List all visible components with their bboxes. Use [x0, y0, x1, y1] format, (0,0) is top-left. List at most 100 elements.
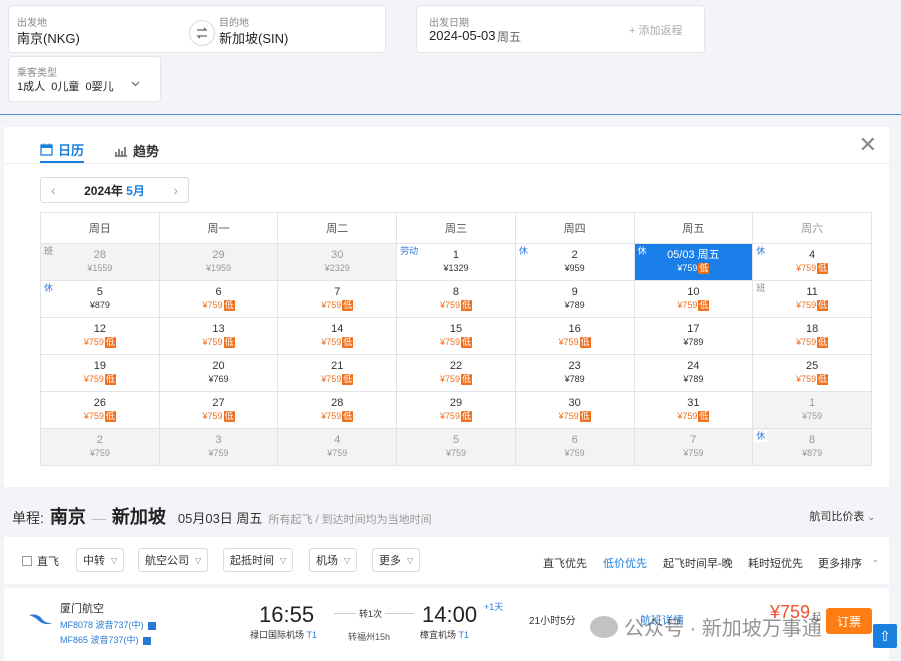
price-value: ¥759: [683, 448, 704, 458]
calendar-day-selected[interactable]: 休 05/03 周五 ¥759 低: [633, 243, 754, 281]
day-price: ¥789: [516, 299, 634, 312]
tab-calendar[interactable]: 日历: [40, 137, 85, 163]
date-input-box[interactable]: 出发日期 2024-05-03 周五 + 添加返程: [416, 5, 705, 53]
calendar-day[interactable]: 30 ¥2329: [277, 243, 398, 281]
calendar-day[interactable]: 23 ¥789: [514, 354, 635, 392]
tab-trend[interactable]: 趋势: [114, 137, 159, 163]
day-number: 11: [806, 286, 818, 298]
sort-shortest-duration[interactable]: 耗时短优先: [748, 555, 803, 571]
calendar-day[interactable]: 30 ¥759 低: [514, 391, 635, 429]
swap-button[interactable]: [189, 20, 215, 46]
calendar-day[interactable]: 22 ¥759 低: [396, 354, 516, 392]
arrival-time: 14:00: [422, 602, 478, 627]
route-to-city: 新加坡: [111, 507, 166, 527]
calendar-day[interactable]: 29 ¥1959: [158, 243, 279, 281]
day-number: 29: [212, 249, 225, 261]
dropdown-airline[interactable]: 航空公司 ▽: [138, 548, 209, 572]
calendar-day[interactable]: 休 2 ¥959: [514, 243, 635, 281]
direct-checkbox[interactable]: 直飞: [22, 553, 59, 569]
calendar-day[interactable]: 1 ¥759: [752, 391, 872, 429]
dropdown-more[interactable]: 更多 ▽: [372, 548, 421, 572]
price-value: ¥789: [683, 374, 704, 384]
calendar-day[interactable]: 劳动 1 ¥1329: [396, 243, 516, 281]
calendar-day[interactable]: 班 28 ¥1559: [40, 243, 160, 281]
calendar-day[interactable]: 17 ¥789: [633, 317, 754, 355]
calendar-day[interactable]: 9 ¥789: [514, 280, 635, 318]
calendar-day[interactable]: 25 ¥759 低: [752, 354, 872, 392]
calendar-day[interactable]: 31 ¥759 低: [633, 391, 754, 429]
to-city-input[interactable]: 新加坡(SIN): [219, 28, 288, 47]
calendar-day[interactable]: 13 ¥759 低: [158, 317, 279, 355]
calendar-day[interactable]: 8 ¥759 低: [396, 280, 516, 318]
dropdown-label: 中转: [83, 555, 105, 567]
calendar-day[interactable]: 休 8 ¥879: [752, 428, 872, 466]
calendar-day[interactable]: 16 ¥759 低: [514, 317, 635, 355]
price-value: ¥759: [439, 300, 460, 310]
dropdown-transfer[interactable]: 中转 ▽: [76, 548, 125, 572]
flight-number-2[interactable]: MF865 波音737(中): [60, 633, 151, 646]
calendar-day[interactable]: 14 ¥759 低: [277, 317, 398, 355]
day-price: ¥2329: [278, 262, 396, 275]
flight-number-1[interactable]: MF8078 波音737(中): [60, 618, 156, 631]
dropdown-time[interactable]: 起抵时间 ▽: [223, 548, 294, 572]
day-price: ¥879: [753, 447, 871, 460]
dropdown-airport[interactable]: 机场 ▽: [309, 548, 358, 572]
calendar-day[interactable]: 12 ¥759 低: [40, 317, 160, 355]
month-label[interactable]: 5月: [126, 184, 145, 198]
calendar-day[interactable]: 28 ¥759 低: [277, 391, 398, 429]
day-price: ¥759 低: [397, 373, 515, 386]
day-number: 19: [93, 360, 106, 372]
low-price-badge: 低: [223, 337, 235, 348]
calendar-day[interactable]: 7 ¥759 低: [277, 280, 398, 318]
low-price-badge: 低: [104, 374, 116, 385]
trip-type: 单程:: [12, 510, 44, 526]
sort-lowest-price[interactable]: 低价优先: [603, 555, 647, 571]
calendar-day[interactable]: 2 ¥759: [40, 428, 160, 466]
calendar-day[interactable]: 19 ¥759 低: [40, 354, 160, 392]
calendar-day[interactable]: 4 ¥759: [277, 428, 398, 466]
sort-direct-first[interactable]: 直飞优先: [543, 555, 587, 571]
flight-number-text: MF865 波音737(中): [60, 635, 139, 645]
from-city-input[interactable]: 南京(NKG): [17, 28, 80, 47]
airport-name: 樟宜机场: [420, 630, 457, 640]
chevron-down-icon: ▽: [111, 555, 118, 565]
day-price: ¥759 低: [278, 373, 396, 386]
calendar-day[interactable]: 6 ¥759: [514, 428, 635, 466]
calendar-day[interactable]: 休 5 ¥879: [40, 280, 160, 318]
day-number: 16: [568, 323, 581, 335]
calendar-day[interactable]: 5 ¥759: [396, 428, 516, 466]
prev-month-icon[interactable]: ‹: [51, 182, 56, 198]
book-button[interactable]: 订票: [826, 608, 872, 634]
back-to-top-icon[interactable]: ⇧: [873, 624, 897, 648]
holiday-tag: 休: [516, 245, 530, 257]
calendar-day[interactable]: 15 ¥759 低: [396, 317, 516, 355]
calendar-day[interactable]: 3 ¥759: [158, 428, 279, 466]
calendar-day[interactable]: 6 ¥759 低: [158, 280, 279, 318]
date-input[interactable]: 2024-05-03: [429, 28, 496, 43]
day-number: 5: [96, 286, 103, 298]
calendar-day[interactable]: 10 ¥759 低: [633, 280, 754, 318]
calendar-day[interactable]: 18 ¥759 低: [752, 317, 872, 355]
weekday-header: 周三: [396, 212, 516, 244]
close-icon[interactable]: ✕: [859, 134, 877, 156]
airline-compare-button[interactable]: 航司比价表 ⌄: [809, 508, 875, 524]
calendar-day[interactable]: 20 ¥769: [158, 354, 279, 392]
sort-departure-time[interactable]: 起飞时间早-晚: [663, 555, 733, 571]
next-month-icon[interactable]: ›: [173, 182, 178, 198]
calendar-day[interactable]: 29 ¥759 低: [396, 391, 516, 429]
add-return-button[interactable]: + 添加返程: [629, 22, 682, 38]
calendar-day[interactable]: 24 ¥789: [633, 354, 754, 392]
route-input-box[interactable]: 出发地 南京(NKG) 目的地 新加坡(SIN): [8, 5, 386, 53]
sort-more[interactable]: 更多排序: [818, 555, 862, 571]
low-price-badge: 低: [460, 337, 472, 348]
calendar-day[interactable]: 21 ¥759 低: [277, 354, 398, 392]
calendar-day[interactable]: 休 4 ¥759 低: [752, 243, 872, 281]
calendar-day[interactable]: 班 11 ¥759 低: [752, 280, 872, 318]
calendar-day[interactable]: 26 ¥759 低: [40, 391, 160, 429]
calendar-day[interactable]: 7 ¥759: [633, 428, 754, 466]
price-value: ¥759: [796, 263, 817, 273]
low-price-badge: 低: [698, 411, 710, 422]
passenger-type-select[interactable]: 乘客类型 1成人 0儿童 0婴儿: [8, 56, 161, 102]
price-value: ¥759: [802, 411, 823, 421]
calendar-day[interactable]: 27 ¥759 低: [158, 391, 279, 429]
